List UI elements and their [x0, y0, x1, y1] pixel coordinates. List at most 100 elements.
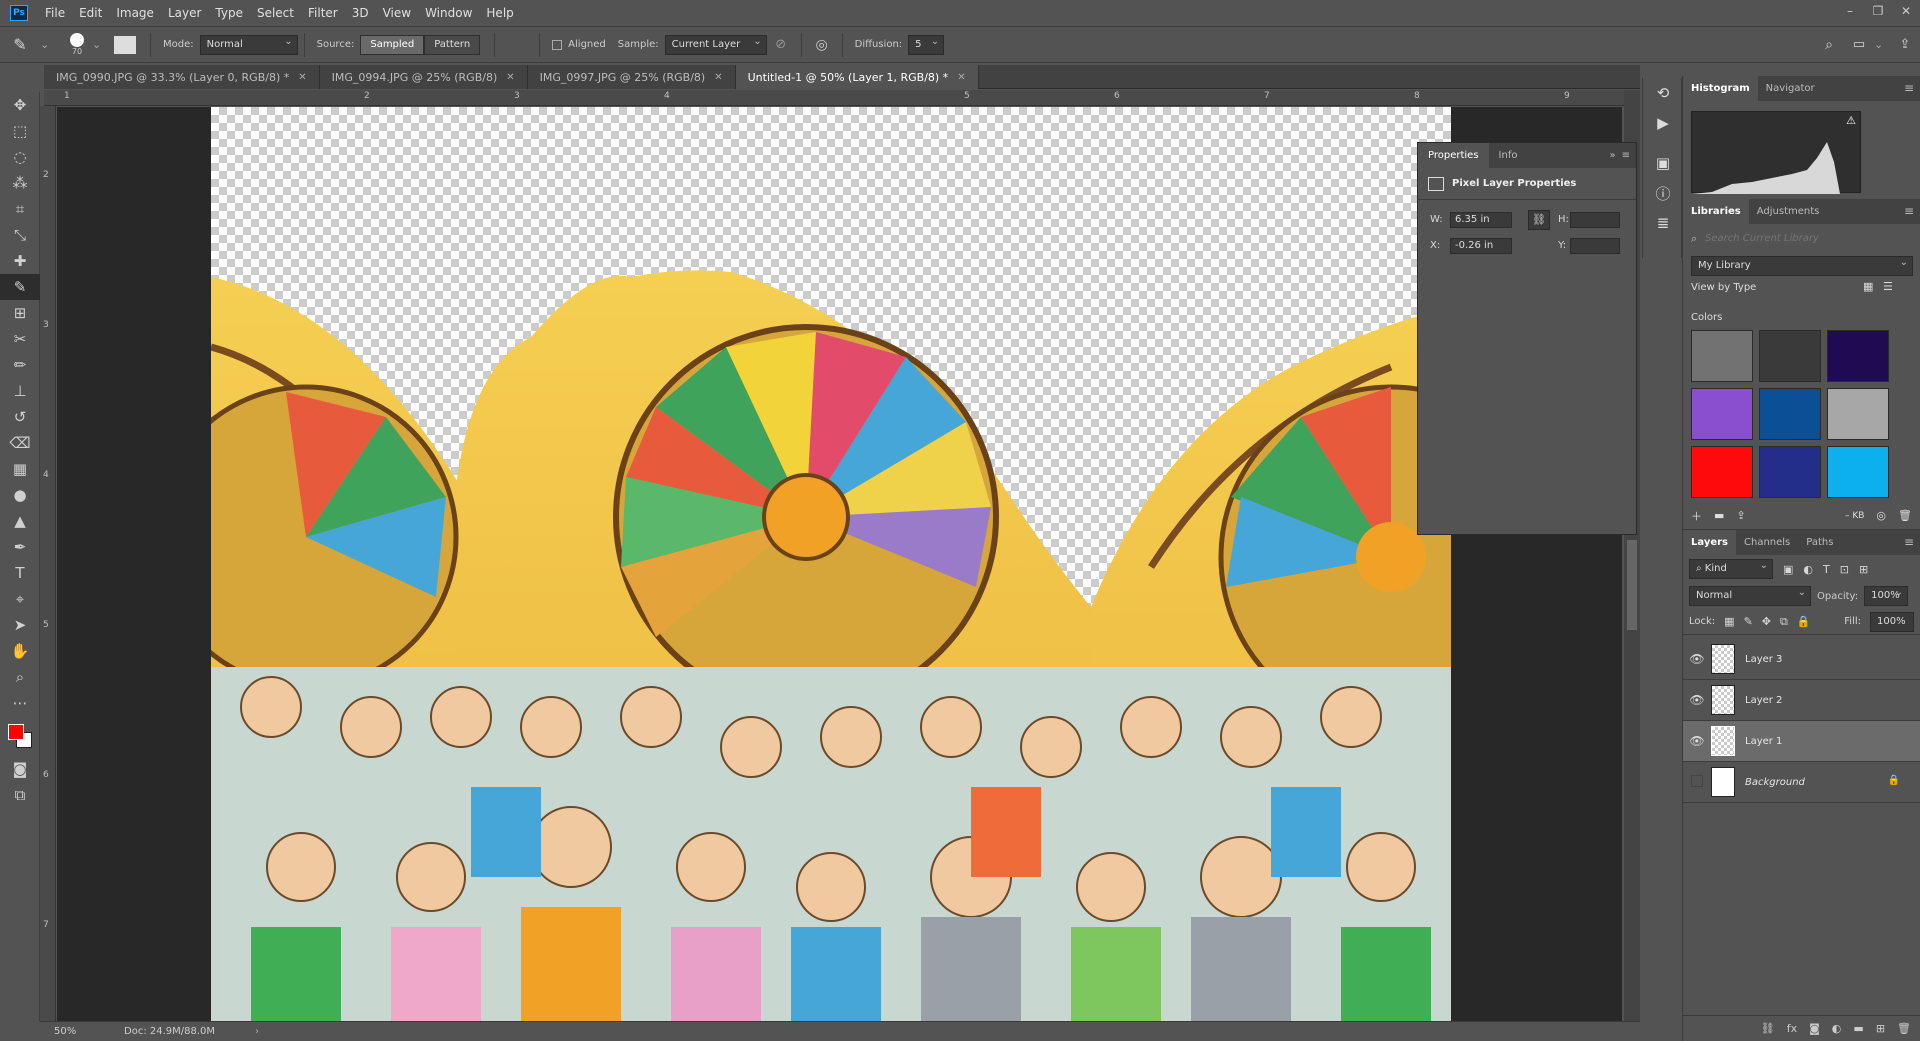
color-swatch[interactable] [1759, 446, 1821, 498]
eyedropper-tool-icon[interactable]: ⤡ [0, 222, 40, 248]
brush-preset-picker[interactable]: 70 [62, 33, 92, 56]
lock-all-icon[interactable]: 🔒 [1797, 615, 1811, 628]
visibility-toggle[interactable] [1683, 774, 1711, 790]
zoom-level[interactable]: 50% [54, 1026, 124, 1037]
foreground-color[interactable] [8, 724, 24, 740]
grid-view-icon[interactable]: ▦ [1863, 280, 1873, 293]
screen-mode-icon[interactable]: ⧉ [0, 782, 40, 808]
layer-row-2[interactable]: 👁 Layer 2 [1683, 680, 1920, 721]
x-field[interactable]: -0.26 in [1450, 238, 1512, 254]
close-icon[interactable]: ✕ [714, 72, 722, 83]
glyphs-icon[interactable]: ≣ [1643, 208, 1683, 238]
warning-icon[interactable]: ⚠ [1846, 114, 1856, 127]
folder-icon[interactable]: ▬ [1714, 509, 1724, 522]
width-field[interactable]: 6.35 in [1450, 212, 1512, 228]
fx-icon[interactable]: fx [1787, 1022, 1797, 1035]
path-selection-tool-icon[interactable]: ⌖ [0, 586, 40, 612]
healing-brush-tool-icon[interactable]: ✎ [0, 274, 40, 300]
source-sampled-button[interactable]: Sampled [360, 34, 425, 55]
search-icon[interactable]: ⌕ [1814, 37, 1844, 53]
brush-chevron-icon[interactable]: ⌄ [92, 38, 106, 51]
panel-menu-icon[interactable]: ≡ [1904, 535, 1914, 549]
color-swatch[interactable] [1759, 330, 1821, 382]
panel-menu-icon[interactable]: ≡ [1904, 204, 1914, 218]
sample-select[interactable]: Current Layer [664, 33, 767, 55]
diffusion-select[interactable]: 5 [908, 33, 945, 55]
delete-layer-icon[interactable]: 🗑 [1897, 1022, 1911, 1035]
filter-type-icon[interactable]: T [1823, 563, 1830, 576]
healing-brush-icon[interactable]: ✎ [0, 35, 40, 54]
new-group-icon[interactable]: ▬ [1853, 1022, 1863, 1035]
hand-tool-icon[interactable]: ✋ [0, 638, 40, 664]
menu-filter[interactable]: Filter [301, 6, 345, 20]
color-swatch[interactable] [1691, 446, 1753, 498]
tab-img-0990[interactable]: IMG_0990.JPG @ 33.3% (Layer 0, RGB/8) * ✕ [44, 65, 320, 89]
menu-3d[interactable]: 3D [345, 6, 376, 20]
fill-field[interactable]: 100% [1870, 611, 1914, 632]
new-adjustment-icon[interactable]: ◐ [1832, 1022, 1842, 1035]
sync-icon[interactable]: ◎ [1876, 509, 1886, 522]
lock-position-icon[interactable]: ✥ [1762, 615, 1771, 628]
blur-tool-icon[interactable]: ● [0, 482, 40, 508]
more-tools-icon[interactable]: ⋯ [0, 690, 40, 716]
menu-view[interactable]: View [376, 6, 418, 20]
y-field[interactable] [1570, 238, 1620, 254]
brush-tool-icon[interactable]: ✏ [0, 352, 40, 378]
library-select[interactable]: My Library [1691, 254, 1913, 276]
direct-select-tool-icon[interactable]: ➤ [0, 612, 40, 638]
patch-tool-icon[interactable]: ⊞ [0, 300, 40, 326]
panel-menu-icon[interactable]: ≡ [1904, 81, 1914, 95]
layer-row-3[interactable]: 👁 Layer 3 [1683, 639, 1920, 680]
crop-tool-icon[interactable]: ⌗ [0, 196, 40, 222]
history-brush-tool-icon[interactable]: ↺ [0, 404, 40, 430]
tool-preset-chevron-icon[interactable]: ⌄ [40, 38, 54, 51]
close-icon[interactable]: ✕ [957, 72, 965, 83]
close-icon[interactable]: ✕ [506, 72, 514, 83]
close-button[interactable]: ✕ [1892, 0, 1920, 25]
source-pattern-button[interactable]: Pattern [424, 34, 481, 55]
content-aware-move-icon[interactable]: ✂ [0, 326, 40, 352]
blend-mode-select[interactable]: Normal [1689, 584, 1811, 606]
type-tool-icon[interactable]: T [0, 560, 40, 586]
filter-adjustment-icon[interactable]: ◐ [1803, 563, 1813, 576]
link-icon[interactable]: ⛓ [1528, 210, 1550, 230]
tab-properties[interactable]: Properties [1418, 143, 1489, 168]
marquee-tool-icon[interactable]: ⬚ [0, 118, 40, 144]
filter-pixel-icon[interactable]: ▣ [1783, 563, 1793, 576]
info-icon[interactable]: ⓘ [1643, 178, 1683, 208]
opacity-field[interactable]: 100% [1864, 584, 1909, 606]
menu-select[interactable]: Select [250, 6, 301, 20]
magic-wand-tool-icon[interactable]: ⁂ [0, 170, 40, 196]
layer-kind-select[interactable]: ⌕ Kind [1689, 557, 1773, 579]
restore-button[interactable]: ❐ [1864, 0, 1892, 25]
color-swatch[interactable] [1827, 446, 1889, 498]
add-icon[interactable]: ＋ [1691, 508, 1702, 524]
color-swatch[interactable] [1827, 388, 1889, 440]
lock-artboard-icon[interactable]: ⧉ [1780, 615, 1788, 629]
history-icon[interactable]: ⟲ [1643, 78, 1683, 108]
lasso-tool-icon[interactable]: ◌ [0, 144, 40, 170]
height-field[interactable] [1570, 212, 1620, 228]
tab-info[interactable]: Info [1489, 143, 1528, 168]
dodge-tool-icon[interactable]: ▲ [0, 508, 40, 534]
share-icon[interactable]: ⇪ [1890, 37, 1920, 52]
mode-select[interactable]: Normal [199, 33, 298, 55]
menu-window[interactable]: Window [418, 6, 479, 20]
zoom-tool-icon[interactable]: ⌕ [0, 664, 40, 690]
menu-type[interactable]: Type [208, 6, 250, 20]
scrollbar-thumb[interactable] [1627, 540, 1637, 630]
move-tool-icon[interactable]: ✥ [0, 92, 40, 118]
menu-edit[interactable]: Edit [72, 6, 109, 20]
spot-healing-tool-icon[interactable]: ✚ [0, 248, 40, 274]
color-swatch[interactable] [1691, 330, 1753, 382]
aligned-checkbox[interactable] [552, 39, 563, 50]
layer-row-background[interactable]: Background 🔒 [1683, 762, 1920, 803]
tab-libraries[interactable]: Libraries [1683, 199, 1749, 224]
ignore-adjustment-layers-icon[interactable]: ⊘ [767, 37, 795, 52]
workspace-icon[interactable]: ▭ [1844, 37, 1874, 52]
tab-navigator[interactable]: Navigator [1758, 76, 1823, 101]
menu-layer[interactable]: Layer [161, 6, 208, 20]
trash-icon[interactable]: 🗑 [1898, 509, 1912, 522]
tab-channels[interactable]: Channels [1736, 530, 1798, 555]
new-layer-icon[interactable]: ⊞ [1876, 1022, 1885, 1035]
